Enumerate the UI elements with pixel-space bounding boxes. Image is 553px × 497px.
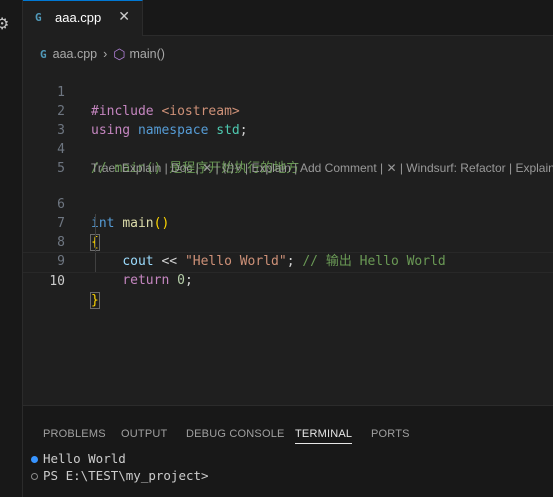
line-number: 10 [49, 274, 65, 289]
activity-bar-edge: ⚙ [0, 0, 23, 497]
code-line: 1 #include <iostream> [23, 64, 553, 119]
tab-debug-console[interactable]: DEBUG CONSOLE [186, 428, 285, 440]
tab-terminal[interactable]: TERMINAL [295, 428, 353, 444]
code-line: 8 cout << "Hello World"; // 输出 Hello Wor… [23, 214, 553, 269]
breadcrumb-symbol[interactable]: main() [130, 47, 165, 61]
current-code-line: 10 } [23, 252, 553, 309]
code-line: 7 { [23, 195, 553, 251]
command-success-icon[interactable] [31, 456, 38, 463]
cpp-file-icon: G [40, 47, 47, 61]
tab-output[interactable]: OUTPUT [121, 428, 167, 440]
breadcrumb-file[interactable]: aaa.cpp [53, 47, 97, 61]
breadcrumb: G aaa.cpp › ⬡ main() [40, 45, 165, 63]
close-icon[interactable]: ✕ [118, 9, 130, 25]
code-line: 3 [23, 102, 553, 138]
punctuation: ; [184, 273, 193, 288]
gear-icon[interactable]: ⚙ [0, 16, 9, 32]
close-brace: } [90, 292, 100, 309]
command-pending-icon[interactable] [31, 473, 38, 480]
chevron-right-icon: › [103, 47, 108, 61]
code-line: 2 using namespace std; [23, 83, 553, 138]
cpp-file-icon: G [35, 11, 42, 24]
code-line: 5 [23, 140, 553, 176]
terminal-prompt[interactable]: PS E:\TEST\my_project> [43, 468, 209, 483]
tab-label: aaa.cpp [55, 10, 102, 25]
code-line: 4 // main() 是程序开始执行的地方 [23, 121, 553, 176]
keyword: return [122, 273, 170, 288]
function-symbol-icon: ⬡ [113, 45, 126, 62]
tab-problems[interactable]: PROBLEMS [43, 428, 106, 440]
code-editor[interactable]: 1 #include <iostream> 2 using namespace … [23, 64, 553, 404]
terminal-output-line: Hello World [43, 451, 126, 466]
code-line: 9 return 0; [23, 233, 553, 288]
number-literal: 0 [177, 273, 185, 288]
tab-aaa-cpp[interactable]: G aaa.cpp ✕ [23, 0, 143, 36]
bottom-panel: PROBLEMS OUTPUT DEBUG CONSOLE TERMINAL P… [23, 405, 553, 497]
code-lens[interactable]: Trae: Explain | Doc | ✕ | ⟨/⟩˅ | Explain… [91, 161, 553, 175]
code-line: 6 int main() [23, 176, 553, 231]
tab-ports[interactable]: PORTS [371, 428, 410, 440]
editor-tab-bar: G aaa.cpp ✕ [23, 0, 553, 36]
